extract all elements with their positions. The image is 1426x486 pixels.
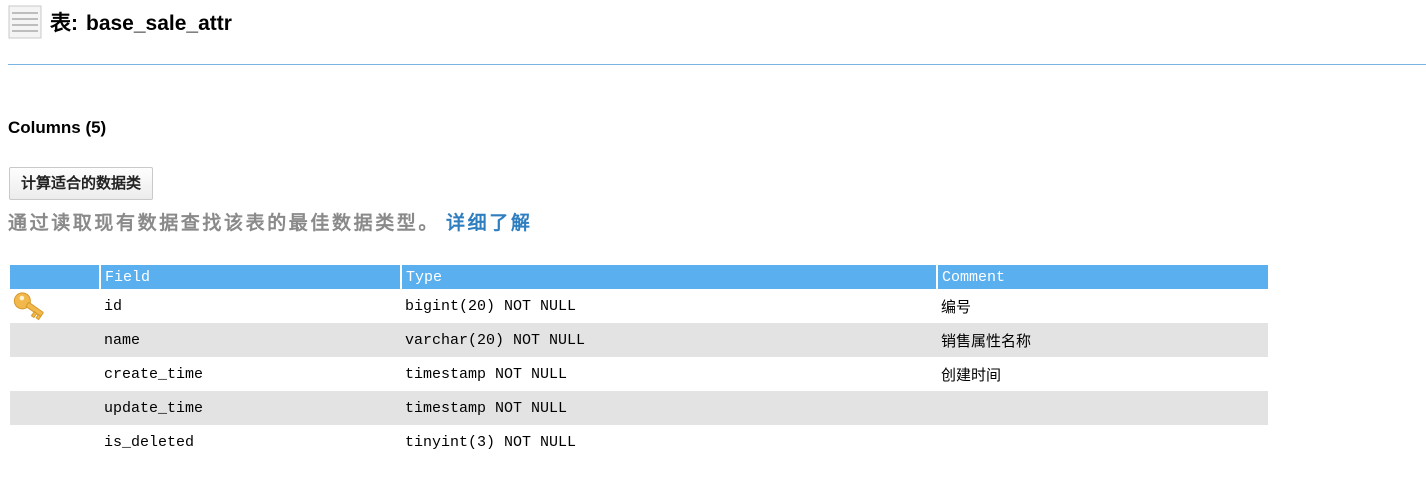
header-comment[interactable]: Comment (936, 265, 1268, 289)
field-cell: name (100, 323, 401, 357)
table-row: update_time timestamp NOT NULL (10, 391, 1268, 425)
header-divider (8, 64, 1426, 65)
field-cell: is_deleted (104, 433, 195, 451)
header-field[interactable]: Field (99, 265, 401, 289)
type-cell: tinyint(3) NOT NULL (405, 433, 577, 451)
comment-cell: 销售属性名称 (937, 323, 1268, 357)
table-row: is_deleted tinyint(3) NOT NULL (10, 425, 1268, 459)
table-row: create_time timestamp NOT NULL 创建时间 (10, 357, 1268, 391)
field-cell: create_time (104, 365, 204, 383)
title-prefix: 表: (50, 12, 78, 35)
columns-section-title: Columns (5) (8, 118, 107, 137)
calculate-data-types-button[interactable]: 计算适合的数据类 (9, 167, 154, 200)
type-cell: timestamp NOT NULL (401, 391, 937, 425)
table-icon (8, 5, 42, 39)
page-title: 表: base_sale_attr (50, 7, 232, 37)
table-row: name varchar(20) NOT NULL 销售属性名称 (10, 323, 1268, 357)
comment-cell (937, 425, 1268, 459)
header-key (10, 265, 100, 289)
hint-message: 通过读取现有数据查找该表的最佳数据类型。 (8, 212, 441, 234)
type-cell: timestamp NOT NULL (405, 365, 568, 383)
header-type[interactable]: Type (400, 265, 937, 289)
learn-more-link[interactable]: 详细了解 (446, 212, 532, 234)
key-cell (10, 391, 100, 425)
type-cell: bigint(20) NOT NULL (405, 297, 577, 315)
columns-table: Field Type Comment id bigint(20) NOT NUL… (10, 265, 1268, 459)
comment-cell: 编号 (941, 297, 972, 316)
key-cell (10, 425, 100, 459)
table-row: id bigint(20) NOT NULL 编号 (10, 289, 1268, 323)
table-name: base_sale_attr (86, 12, 232, 35)
comment-cell (937, 391, 1268, 425)
key-cell (10, 289, 100, 323)
key-cell (10, 323, 100, 357)
page-header: 表: base_sale_attr (8, 4, 232, 40)
table-header-row: Field Type Comment (10, 265, 1268, 289)
field-cell: update_time (100, 391, 401, 425)
type-cell: varchar(20) NOT NULL (401, 323, 937, 357)
key-cell (10, 357, 100, 391)
field-cell: id (104, 297, 123, 315)
key-icon (13, 292, 44, 321)
comment-cell: 创建时间 (941, 365, 1002, 384)
hint-text: 通过读取现有数据查找该表的最佳数据类型。 详细了解 (8, 209, 532, 237)
